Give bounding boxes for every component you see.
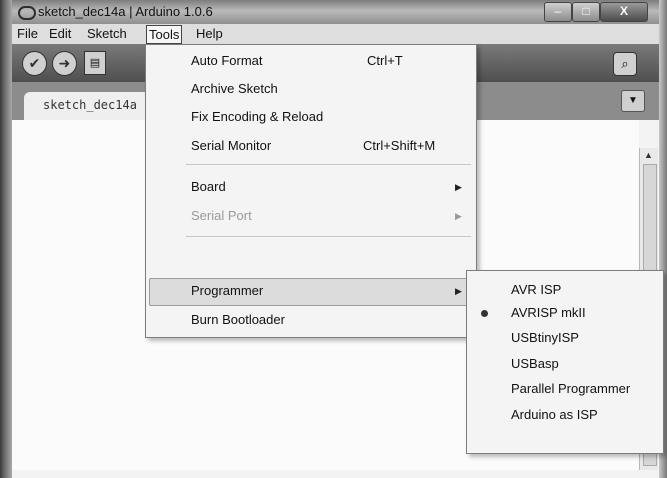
shortcut-auto-format: Ctrl+T bbox=[367, 53, 403, 68]
menu-separator bbox=[186, 236, 471, 237]
submenu-arrow-icon: ▶ bbox=[455, 182, 462, 192]
window-title: sketch_dec14a | Arduino 1.0.6 bbox=[38, 4, 213, 19]
shortcut-serial-monitor: Ctrl+Shift+M bbox=[363, 138, 436, 153]
menu-help[interactable]: Help bbox=[194, 25, 225, 42]
programmer-option[interactable]: Parallel Programmer bbox=[511, 379, 630, 399]
menu-edit[interactable]: Edit bbox=[47, 25, 73, 42]
scroll-up-arrow-icon[interactable]: ▲ bbox=[644, 150, 653, 160]
verify-button[interactable]: ✔ bbox=[22, 51, 47, 76]
radio-selected-icon bbox=[481, 310, 488, 317]
programmer-option[interactable]: AVR ISP bbox=[511, 280, 561, 300]
page-left-edge bbox=[0, 0, 12, 478]
menu-item-serial-monitor[interactable]: Serial Monitor bbox=[191, 136, 271, 156]
menu-item-burn-bootloader[interactable]: Burn Bootloader bbox=[191, 310, 285, 330]
submenu-arrow-icon: ▶ bbox=[455, 286, 462, 296]
chevron-down-icon: ▼ bbox=[628, 95, 638, 106]
programmer-option[interactable]: AVRISP mkII bbox=[511, 303, 586, 323]
arduino-logo-icon: ∞ bbox=[18, 6, 36, 20]
menu-sketch[interactable]: Sketch bbox=[85, 25, 129, 42]
close-button[interactable]: X bbox=[600, 2, 648, 22]
programmer-option[interactable]: USBasp bbox=[511, 354, 559, 374]
menu-item-fix-encoding[interactable]: Fix Encoding & Reload bbox=[191, 107, 323, 127]
tab-label: sketch_dec14a bbox=[43, 98, 137, 112]
menu-item-programmer[interactable]: Programmer bbox=[191, 281, 263, 301]
programmer-submenu: AVR ISP AVRISP mkII USBtinyISP USBasp Pa… bbox=[466, 270, 664, 454]
menu-item-serial-port: Serial Port bbox=[191, 208, 252, 223]
arrow-right-icon: ➜ bbox=[58, 55, 71, 71]
submenu-arrow-icon: ▶ bbox=[455, 211, 462, 221]
magnifier-icon: ⌕ bbox=[621, 56, 629, 71]
menu-item-board[interactable]: Board bbox=[191, 177, 226, 197]
menu-item-auto-format[interactable]: Auto Format bbox=[191, 51, 263, 71]
tab-menu-button[interactable]: ▼ bbox=[621, 90, 645, 112]
minimize-button[interactable]: – bbox=[544, 2, 572, 22]
programmer-option[interactable]: USBtinyISP bbox=[511, 328, 579, 348]
new-sketch-button[interactable]: ▤ bbox=[84, 51, 106, 75]
menu-file[interactable]: File bbox=[15, 25, 40, 42]
maximize-button[interactable]: □ bbox=[572, 2, 600, 22]
upload-button[interactable]: ➜ bbox=[52, 51, 77, 76]
menu-separator bbox=[186, 164, 471, 165]
serial-monitor-button[interactable]: ⌕ bbox=[613, 52, 637, 76]
menu-bar: File Edit Sketch Tools Help bbox=[12, 24, 659, 45]
checkmark-icon: ✔ bbox=[28, 55, 41, 71]
menu-item-archive-sketch[interactable]: Archive Sketch bbox=[191, 79, 278, 99]
title-bar: ∞ sketch_dec14a | Arduino 1.0.6 – □ X bbox=[12, 0, 659, 24]
menu-tools[interactable]: Tools bbox=[146, 25, 183, 44]
tools-dropdown-menu: Auto Format Ctrl+T Archive Sketch Fix En… bbox=[145, 44, 477, 338]
document-icon: ▤ bbox=[89, 57, 101, 69]
programmer-option[interactable]: Arduino as ISP bbox=[511, 405, 598, 425]
